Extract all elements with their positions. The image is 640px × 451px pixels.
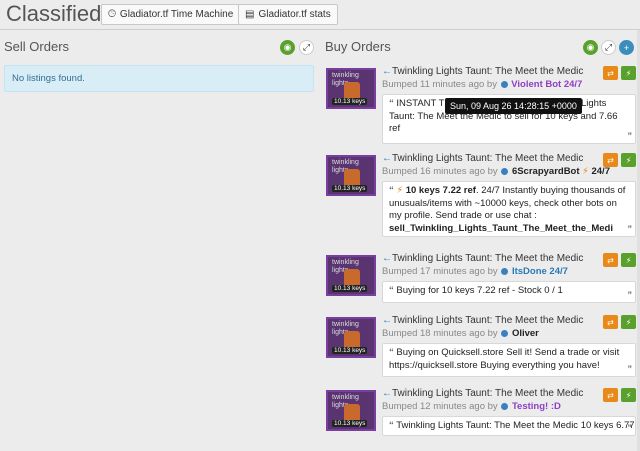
item-name[interactable]: ←Twinkling Lights Taunt: The Meet the Me… bbox=[382, 315, 583, 326]
thumb-label: twinkling bbox=[332, 321, 359, 328]
message-text: Twinkling Lights Taunt: The Meet the Med… bbox=[396, 420, 636, 431]
item-name[interactable]: ←Twinkling Lights Taunt: The Meet the Me… bbox=[382, 66, 583, 77]
bumped-line: Bumped 11 minutes ago by Violent Bot 24/… bbox=[382, 79, 582, 90]
quote-close-icon: ” bbox=[627, 422, 633, 433]
order-message: “ ⚡︎ 10 keys 7.22 ref. 24/7 Instantly bu… bbox=[382, 181, 636, 237]
bumped-line: Bumped 18 minutes ago by Oliver bbox=[382, 328, 539, 339]
timestamp-tooltip: Sun, 09 Aug 26 14:28:15 +0000 bbox=[445, 98, 582, 114]
bumped-line: Bumped 16 minutes ago by 6ScrapyardBot ⚡… bbox=[382, 166, 610, 177]
price-badge: 10.13 keys bbox=[332, 185, 368, 192]
bumped-text: Bumped 12 minutes ago by bbox=[382, 401, 498, 412]
bumped-text: Bumped 18 minutes ago by bbox=[382, 328, 498, 339]
quote-open-icon: “ bbox=[389, 285, 394, 296]
item-name[interactable]: ←Twinkling Lights Taunt: The Meet the Me… bbox=[382, 388, 583, 399]
user-link[interactable]: ItsDone 24/7 bbox=[512, 266, 568, 277]
message-text: Buying on Quicksell.store Sell it! Send … bbox=[389, 347, 620, 371]
order-message: “ Buying for 10 keys 7.22 ref - Stock 0 … bbox=[382, 281, 636, 303]
quote-open-icon: “ bbox=[389, 185, 394, 196]
arrow-left-icon: ← bbox=[382, 388, 392, 399]
item-thumbnail[interactable]: twinkling lights 10.13 keys bbox=[326, 255, 376, 296]
expand-icon[interactable]: ⤢ bbox=[601, 40, 616, 55]
arrow-left-icon: ← bbox=[382, 66, 392, 77]
instant-trade-icon[interactable]: ⚡︎ bbox=[621, 388, 636, 402]
stats-label: Gladiator.tf stats bbox=[258, 9, 331, 20]
item-name-text: Twinkling Lights Taunt: The Meet the Med… bbox=[392, 153, 584, 164]
item-thumbnail[interactable]: twinkling lights 10.13 keys bbox=[326, 317, 376, 358]
quote-close-icon: ” bbox=[627, 363, 633, 374]
quote-close-icon: ” bbox=[627, 223, 633, 234]
instant-trade-icon[interactable]: ⚡︎ bbox=[621, 153, 636, 167]
avatar bbox=[501, 267, 509, 275]
avatar bbox=[501, 329, 509, 337]
bumped-text: Bumped 11 minutes ago by bbox=[382, 79, 497, 90]
avatar bbox=[501, 402, 509, 410]
trade-offer-icon[interactable]: ⇄ bbox=[603, 388, 618, 402]
arrow-left-icon: ← bbox=[382, 315, 392, 326]
message-command: sell_Twinkling_Lights_Taunt_The_Meet_the… bbox=[389, 222, 613, 234]
quote-open-icon: “ bbox=[389, 98, 394, 109]
user-link[interactable]: Oliver bbox=[512, 328, 539, 339]
expand-icon[interactable]: ⤢ bbox=[299, 40, 314, 55]
thumb-label: twinkling bbox=[332, 259, 359, 266]
price-badge: 10.13 keys bbox=[332, 285, 368, 292]
clock-icon: 🕒︎ bbox=[108, 9, 116, 20]
add-icon[interactable]: + bbox=[619, 40, 634, 55]
avatar bbox=[501, 167, 509, 175]
bumped-text: Bumped 16 minutes ago by bbox=[382, 166, 498, 177]
item-name-text: Twinkling Lights Taunt: The Meet the Med… bbox=[392, 66, 584, 77]
arrow-left-icon: ← bbox=[382, 253, 392, 264]
eye-toggle-icon[interactable]: ◉ bbox=[583, 40, 598, 55]
item-name-text: Twinkling Lights Taunt: The Meet the Med… bbox=[392, 315, 584, 326]
time-machine-label: Gladiator.tf Time Machine bbox=[119, 9, 234, 20]
lightning-icon: ⚡︎ bbox=[396, 185, 404, 196]
sell-orders-title: Sell Orders bbox=[4, 39, 70, 54]
avatar bbox=[500, 80, 508, 88]
bumped-line: Bumped 17 minutes ago by ItsDone 24/7 bbox=[382, 266, 568, 277]
user-suffix: 24/7 bbox=[591, 166, 610, 177]
buy-orders-title: Buy Orders bbox=[325, 39, 391, 54]
item-name-text: Twinkling Lights Taunt: The Meet the Med… bbox=[392, 388, 584, 399]
item-thumbnail[interactable]: twinkling lights 10.13 keys bbox=[326, 390, 376, 431]
eye-toggle-icon[interactable]: ◉ bbox=[280, 40, 295, 55]
thumb-label: twinkling bbox=[332, 394, 359, 401]
time-machine-button[interactable]: 🕒︎ Gladiator.tf Time Machine bbox=[101, 4, 241, 25]
thumb-label: twinkling bbox=[332, 72, 359, 79]
instant-trade-icon[interactable]: ⚡︎ bbox=[621, 253, 636, 267]
bumped-text: Bumped 17 minutes ago by bbox=[382, 266, 498, 277]
user-link[interactable]: 6ScrapyardBot bbox=[512, 166, 580, 177]
trade-offer-icon[interactable]: ⇄ bbox=[603, 66, 618, 80]
bumped-line: Bumped 12 minutes ago by Testing! :D bbox=[382, 401, 561, 412]
order-message: “ Twinkling Lights Taunt: The Meet the M… bbox=[382, 416, 636, 436]
top-bar: Classifieds 🕒︎ Gladiator.tf Time Machine… bbox=[0, 0, 640, 30]
price-badge: 10.13 keys bbox=[332, 98, 368, 105]
chart-icon: ▤ bbox=[245, 9, 255, 20]
quote-open-icon: “ bbox=[389, 347, 394, 358]
price-badge: 10.13 keys bbox=[332, 347, 368, 354]
message-price: 10 keys 7.22 ref bbox=[405, 185, 476, 196]
thumb-label: twinkling bbox=[332, 159, 359, 166]
arrow-left-icon: ← bbox=[382, 153, 392, 164]
page-title: Classifieds bbox=[6, 1, 113, 26]
user-link[interactable]: Testing! :D bbox=[512, 401, 561, 412]
no-listings-alert: No listings found. bbox=[4, 65, 314, 92]
order-message: “ Buying on Quicksell.store Sell it! Sen… bbox=[382, 343, 636, 377]
trade-offer-icon[interactable]: ⇄ bbox=[603, 253, 618, 267]
item-name[interactable]: ←Twinkling Lights Taunt: The Meet the Me… bbox=[382, 153, 583, 164]
trade-offer-icon[interactable]: ⇄ bbox=[603, 315, 618, 329]
instant-trade-icon[interactable]: ⚡︎ bbox=[621, 66, 636, 80]
quote-close-icon: ” bbox=[627, 130, 633, 141]
instant-trade-icon[interactable]: ⚡︎ bbox=[621, 315, 636, 329]
stats-button[interactable]: ▤ Gladiator.tf stats bbox=[238, 4, 338, 25]
price-badge: 10.13 keys bbox=[332, 420, 368, 427]
item-name[interactable]: ←Twinkling Lights Taunt: The Meet the Me… bbox=[382, 253, 583, 264]
item-thumbnail[interactable]: twinkling lights 10.13 keys bbox=[326, 155, 376, 196]
lightning-icon: ⚡︎ bbox=[582, 166, 589, 177]
message-text: Buying for 10 keys 7.22 ref - Stock 0 / … bbox=[396, 285, 563, 296]
item-thumbnail[interactable]: twinkling lights 10.13 keys bbox=[326, 68, 376, 109]
user-link[interactable]: Violent Bot 24/7 bbox=[511, 79, 582, 90]
quote-close-icon: ” bbox=[627, 289, 633, 300]
quote-open-icon: “ bbox=[389, 420, 394, 431]
item-name-text: Twinkling Lights Taunt: The Meet the Med… bbox=[392, 253, 584, 264]
trade-offer-icon[interactable]: ⇄ bbox=[603, 153, 618, 167]
